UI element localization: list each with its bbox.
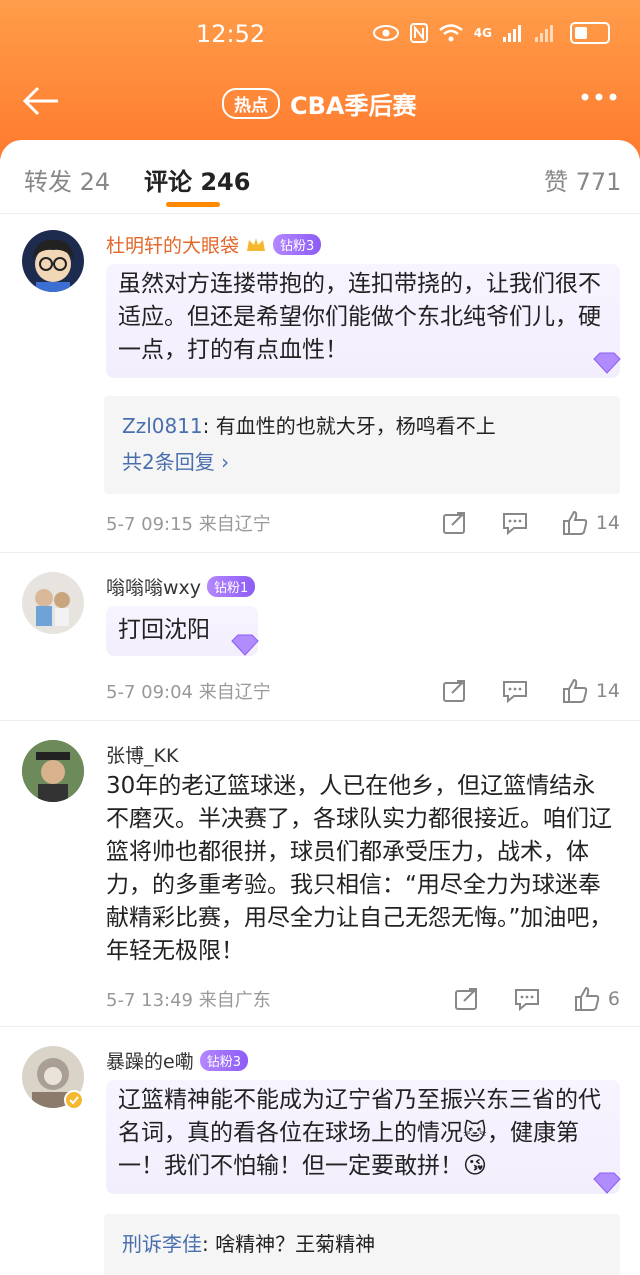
- reply-username[interactable]: 刑诉李佳: [122, 1232, 202, 1256]
- tab-comments[interactable]: 评论 246: [144, 162, 250, 197]
- more-icon: [581, 93, 617, 101]
- divider: [0, 720, 640, 721]
- share-button[interactable]: [454, 987, 480, 1011]
- topic-header[interactable]: 热点 CBA季后赛: [222, 86, 416, 121]
- like-button[interactable]: 6: [574, 986, 620, 1012]
- comment-meta: 5-7 09:04 来自辽宁: [106, 682, 271, 703]
- reply-text: : 有血性的也就大牙，杨鸣看不上: [202, 414, 496, 438]
- fan-badge: 钻粉1: [207, 576, 256, 597]
- back-button[interactable]: [22, 84, 60, 118]
- tab-bar: 转发 24 评论 246 赞 771: [0, 140, 640, 214]
- network-label: 4G: [473, 26, 492, 40]
- comment-icon: [502, 513, 527, 535]
- divider: [0, 1026, 640, 1027]
- fan-badge: 钻粉3: [199, 1050, 248, 1071]
- reply-button[interactable]: [502, 511, 528, 535]
- tab-reposts[interactable]: 转发 24: [24, 162, 110, 197]
- diamond-icon: [593, 1172, 621, 1194]
- reply-preview[interactable]: 刑诉李佳: 啥精神？王菊精神: [104, 1214, 620, 1275]
- eye-icon: [372, 25, 399, 41]
- like-count: 6: [607, 988, 620, 1010]
- avatar[interactable]: [22, 572, 84, 634]
- signal-weak-icon: [535, 25, 553, 42]
- active-tab-indicator: [166, 202, 220, 207]
- reply-text: : 啥精神？王菊精神: [202, 1232, 376, 1256]
- comment-header: 杜明轩的大眼袋 钻粉3: [106, 231, 322, 258]
- avatar[interactable]: [22, 230, 84, 292]
- tab-likes[interactable]: 赞 771: [544, 162, 621, 197]
- comment-icon: [514, 989, 539, 1011]
- like-button[interactable]: 14: [562, 678, 620, 704]
- share-icon: [442, 680, 465, 702]
- share-button[interactable]: [442, 679, 468, 703]
- more-button[interactable]: [580, 82, 618, 112]
- view-replies-link[interactable]: 共2条回复 ›: [122, 444, 602, 480]
- thumbs-up-icon: [562, 510, 588, 535]
- comment-footer: 5-7 09:15 来自辽宁 14: [106, 508, 620, 538]
- comment-footer: 5-7 13:49 来自广东 6: [106, 984, 620, 1014]
- comment-text: 辽篮精神能不能成为辽宁省乃至振兴东三省的代名词，真的看各位在球场上的情况🐱，健康…: [106, 1080, 620, 1194]
- reply-username[interactable]: Zzl0811: [122, 414, 203, 438]
- comment-meta: 5-7 13:49 来自广东: [106, 990, 271, 1011]
- like-count: 14: [595, 512, 620, 534]
- reply-button[interactable]: [502, 679, 528, 703]
- comment-header: 嗡嗡嗡wxy 钻粉1: [106, 573, 256, 600]
- share-icon: [454, 988, 477, 1010]
- comment-header: 张博_KK: [106, 741, 178, 768]
- divider: [0, 552, 640, 553]
- username[interactable]: 暴躁的e嘞: [106, 1047, 194, 1074]
- share-button[interactable]: [442, 511, 468, 535]
- share-icon: [442, 512, 465, 534]
- comment-header: 暴躁的e嘞 钻粉3: [106, 1047, 248, 1074]
- username[interactable]: 杜明轩的大眼袋: [106, 231, 239, 258]
- wifi-icon: [439, 24, 463, 42]
- reply-preview[interactable]: Zzl0811: 有血性的也就大牙，杨鸣看不上 共2条回复 ›: [104, 396, 620, 494]
- status-bar: 12:52 4G: [0, 0, 640, 70]
- crown-icon: [247, 237, 266, 251]
- comment-meta: 5-7 09:15 来自辽宁: [106, 514, 271, 535]
- fan-badge: 钻粉3: [273, 234, 322, 255]
- thumbs-up-icon: [562, 678, 588, 703]
- avatar[interactable]: [22, 740, 84, 802]
- username[interactable]: 张博_KK: [106, 741, 178, 768]
- comment-text: 30年的老辽篮球迷，人已在他乡，但辽篮情结永不磨灭。半决赛了，各球队实力都很接近…: [106, 773, 613, 964]
- comment-text: 虽然对方连搂带抱的，连扣带挠的，让我们很不适应。但还是希望你们能做个东北纯爷们儿…: [106, 264, 620, 378]
- like-count: 14: [595, 680, 620, 702]
- signal-icon: [503, 25, 521, 42]
- diamond-icon: [593, 352, 621, 374]
- username[interactable]: 嗡嗡嗡wxy: [106, 573, 201, 600]
- nav-bar: 热点 CBA季后赛: [0, 78, 640, 128]
- status-icons: 4G: [372, 22, 610, 44]
- page-title: CBA季后赛: [290, 92, 417, 120]
- reply-button[interactable]: [514, 987, 540, 1011]
- battery-icon: [570, 22, 610, 44]
- status-time: 12:52: [196, 20, 266, 48]
- comment-footer: 5-7 09:04 来自辽宁 14: [106, 676, 620, 706]
- arrow-left-icon: [22, 86, 58, 116]
- thumbs-up-icon: [574, 986, 600, 1011]
- comment-icon: [502, 681, 527, 703]
- nfc-icon: [409, 23, 428, 43]
- diamond-icon: [231, 634, 259, 656]
- hot-badge: 热点: [222, 88, 280, 119]
- like-button[interactable]: 14: [562, 510, 620, 536]
- verified-icon: [64, 1090, 84, 1110]
